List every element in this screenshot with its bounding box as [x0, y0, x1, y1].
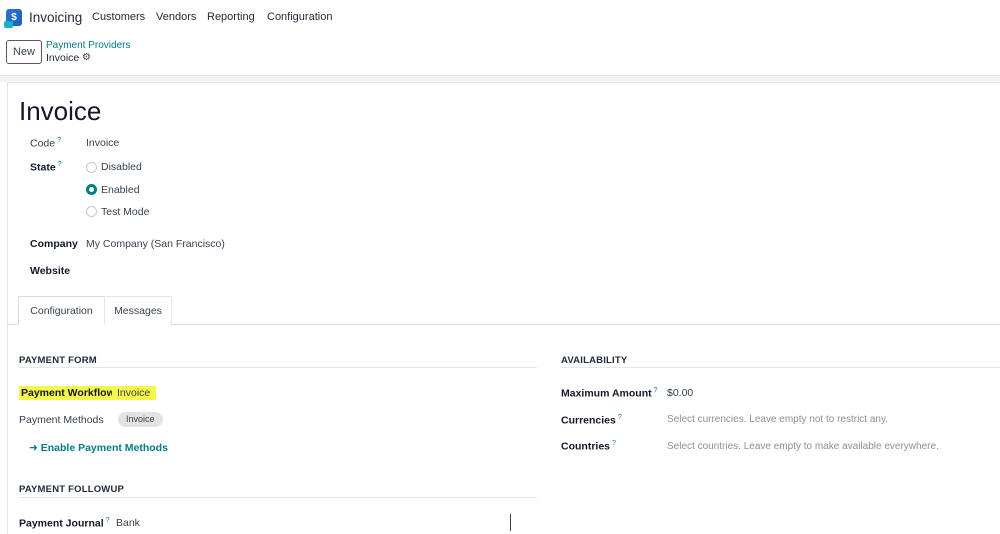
- payment-method-badge[interactable]: Invoice: [118, 412, 163, 427]
- section-divider: [19, 367, 537, 368]
- radio-disabled[interactable]: [86, 162, 97, 173]
- website-label: Website: [30, 265, 71, 277]
- section-divider: [19, 497, 537, 498]
- payment-workflow-label: Payment Workflow: [21, 387, 115, 399]
- code-value: Invoice: [86, 137, 120, 149]
- enable-payment-methods-link[interactable]: ➜ Enable Payment Methods: [29, 442, 168, 454]
- breadcrumb-current: Invoice: [46, 52, 80, 64]
- payment-workflow-value[interactable]: Invoice: [112, 386, 157, 400]
- state-label: State?: [30, 161, 62, 174]
- help-tooltip-icon[interactable]: ?: [57, 137, 61, 144]
- top-navbar: [0, 0, 1000, 35]
- radio-enabled[interactable]: [86, 184, 97, 195]
- app-name[interactable]: Invoicing: [29, 10, 82, 25]
- menu-reporting[interactable]: Reporting: [207, 11, 255, 23]
- help-tooltip-icon[interactable]: ?: [58, 161, 62, 168]
- text-cursor: [510, 514, 511, 531]
- menu-vendors[interactable]: Vendors: [156, 11, 196, 23]
- arrow-right-icon: ➜: [29, 442, 38, 454]
- payment-journal-field[interactable]: Bank: [116, 517, 140, 529]
- company-field[interactable]: My Company (San Francisco): [86, 238, 225, 250]
- radio-test-mode[interactable]: [86, 206, 97, 217]
- new-button[interactable]: New: [6, 40, 42, 64]
- payment-journal-label: Payment Journal?: [19, 517, 110, 530]
- state-option-enabled[interactable]: Enabled: [101, 184, 140, 196]
- state-option-disabled[interactable]: Disabled: [101, 161, 142, 173]
- record-title[interactable]: Invoice: [19, 96, 101, 127]
- payment-workflow-row: Payment Workflow: [19, 386, 127, 400]
- maximum-amount-label: Maximum Amount?: [561, 387, 658, 400]
- help-tooltip-icon[interactable]: ?: [612, 440, 616, 447]
- maximum-amount-input[interactable]: $0.00: [667, 387, 693, 399]
- help-tooltip-icon[interactable]: ?: [654, 387, 658, 394]
- help-tooltip-icon[interactable]: ?: [618, 414, 622, 421]
- section-payment-form: PAYMENT FORM: [19, 355, 97, 366]
- countries-label: Countries?: [561, 440, 616, 453]
- tab-messages[interactable]: Messages: [104, 296, 172, 325]
- currencies-label: Currencies?: [561, 414, 622, 427]
- code-label: Code?: [30, 137, 62, 150]
- help-tooltip-icon[interactable]: ?: [106, 517, 110, 524]
- menu-configuration[interactable]: Configuration: [267, 11, 332, 23]
- section-divider: [561, 367, 1000, 368]
- section-availability: AVAILABILITY: [561, 355, 628, 366]
- gear-icon[interactable]: ⚙: [82, 52, 91, 63]
- tab-configuration[interactable]: Configuration: [18, 296, 105, 325]
- invoicing-app-icon[interactable]: $: [4, 9, 22, 28]
- countries-input[interactable]: Select countries. Leave empty to make av…: [667, 441, 939, 452]
- control-panel-divider: [0, 75, 1000, 82]
- menu-customers[interactable]: Customers: [92, 11, 145, 23]
- section-payment-followup: PAYMENT FOLLOWUP: [19, 484, 125, 495]
- company-label: Company: [30, 238, 78, 250]
- payment-methods-label: Payment Methods: [19, 414, 104, 426]
- breadcrumb-parent[interactable]: Payment Providers: [46, 40, 130, 51]
- currencies-input[interactable]: Select currencies. Leave empty not to re…: [667, 414, 888, 425]
- state-option-test-mode[interactable]: Test Mode: [101, 206, 149, 218]
